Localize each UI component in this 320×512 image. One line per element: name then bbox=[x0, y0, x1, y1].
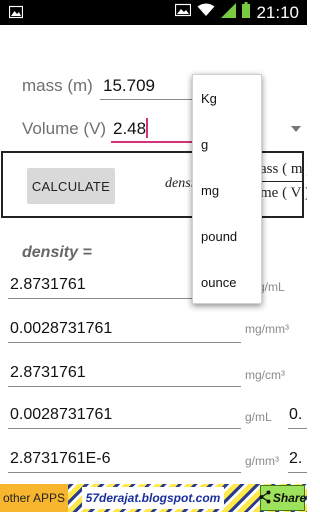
volume-input-underline bbox=[111, 141, 194, 143]
mass-input-underline bbox=[100, 99, 196, 100]
result-value: 2.8731761 bbox=[10, 364, 86, 381]
result-underline bbox=[8, 342, 241, 343]
status-icons: 21:10 bbox=[175, 2, 299, 23]
battery-icon bbox=[242, 2, 251, 23]
formula-numerator: ass ( m ) bbox=[260, 161, 307, 177]
dropdown-option-ounce[interactable]: ounce bbox=[201, 275, 236, 290]
share-button[interactable]: Share bbox=[259, 485, 307, 511]
result-value: 0.0028731761 bbox=[10, 320, 113, 337]
dropdown-option-mg[interactable]: mg bbox=[201, 183, 219, 198]
clock: 21:10 bbox=[256, 2, 299, 22]
result-underline bbox=[8, 472, 241, 473]
result-unit: g/mL bbox=[245, 410, 272, 424]
result-unit: mg/cm³ bbox=[245, 368, 285, 382]
image-notification-icon bbox=[175, 3, 192, 22]
dropdown-option-kg[interactable]: Kg bbox=[201, 91, 217, 106]
signal-icon bbox=[221, 2, 237, 23]
unit-dropdown-menu: Kg g mg pound ounce bbox=[192, 74, 262, 304]
calculate-button[interactable]: CALCULATE bbox=[27, 168, 115, 204]
result-unit: g/mL bbox=[258, 280, 285, 294]
mass-label: mass (m) bbox=[22, 76, 93, 95]
result-unit: mg/mm³ bbox=[245, 322, 289, 336]
result-value: 2.8731761 bbox=[10, 276, 86, 293]
status-bar: 21:10 bbox=[0, 0, 307, 25]
formula-density-text: densi bbox=[165, 176, 195, 191]
result-value: 0.0028731761 bbox=[10, 406, 113, 423]
gallery-notification-icon bbox=[8, 5, 24, 19]
partial-result-value: 2. bbox=[289, 450, 303, 467]
formula-fraction-line bbox=[258, 181, 304, 182]
unit-spinner-arrow-icon[interactable] bbox=[291, 126, 301, 132]
share-label: Share bbox=[272, 491, 307, 505]
result-value: 2.8731761E-6 bbox=[10, 450, 111, 467]
app-screen: 21:10 mass (m) 15.709 Volume (V) 2.48 CA… bbox=[0, 0, 307, 512]
dropdown-option-pound[interactable]: pound bbox=[201, 229, 237, 244]
result-underline bbox=[8, 428, 241, 429]
mass-input[interactable]: 15.709 bbox=[103, 76, 155, 96]
density-result-label: density = bbox=[22, 244, 92, 261]
blog-link[interactable]: 57derajat.blogspot.com bbox=[82, 487, 224, 509]
partial-result-value: 0. bbox=[289, 406, 303, 423]
wifi-icon bbox=[197, 3, 215, 22]
result-unit: g/mm³ bbox=[245, 454, 279, 468]
volume-label: Volume (V) bbox=[22, 119, 107, 138]
volume-input[interactable]: 2.48 bbox=[113, 119, 146, 139]
text-cursor bbox=[146, 118, 148, 138]
other-apps-button[interactable]: other APPS bbox=[0, 484, 68, 512]
partial-result-underline bbox=[288, 472, 307, 473]
footer-bar: other APPS 57derajat.blogspot.com Share bbox=[0, 484, 307, 512]
dropdown-option-g[interactable]: g bbox=[201, 137, 208, 152]
formula-denominator: me ( V ) bbox=[260, 185, 307, 201]
partial-result-underline bbox=[288, 428, 307, 429]
result-underline bbox=[8, 386, 241, 387]
share-icon bbox=[259, 490, 271, 507]
